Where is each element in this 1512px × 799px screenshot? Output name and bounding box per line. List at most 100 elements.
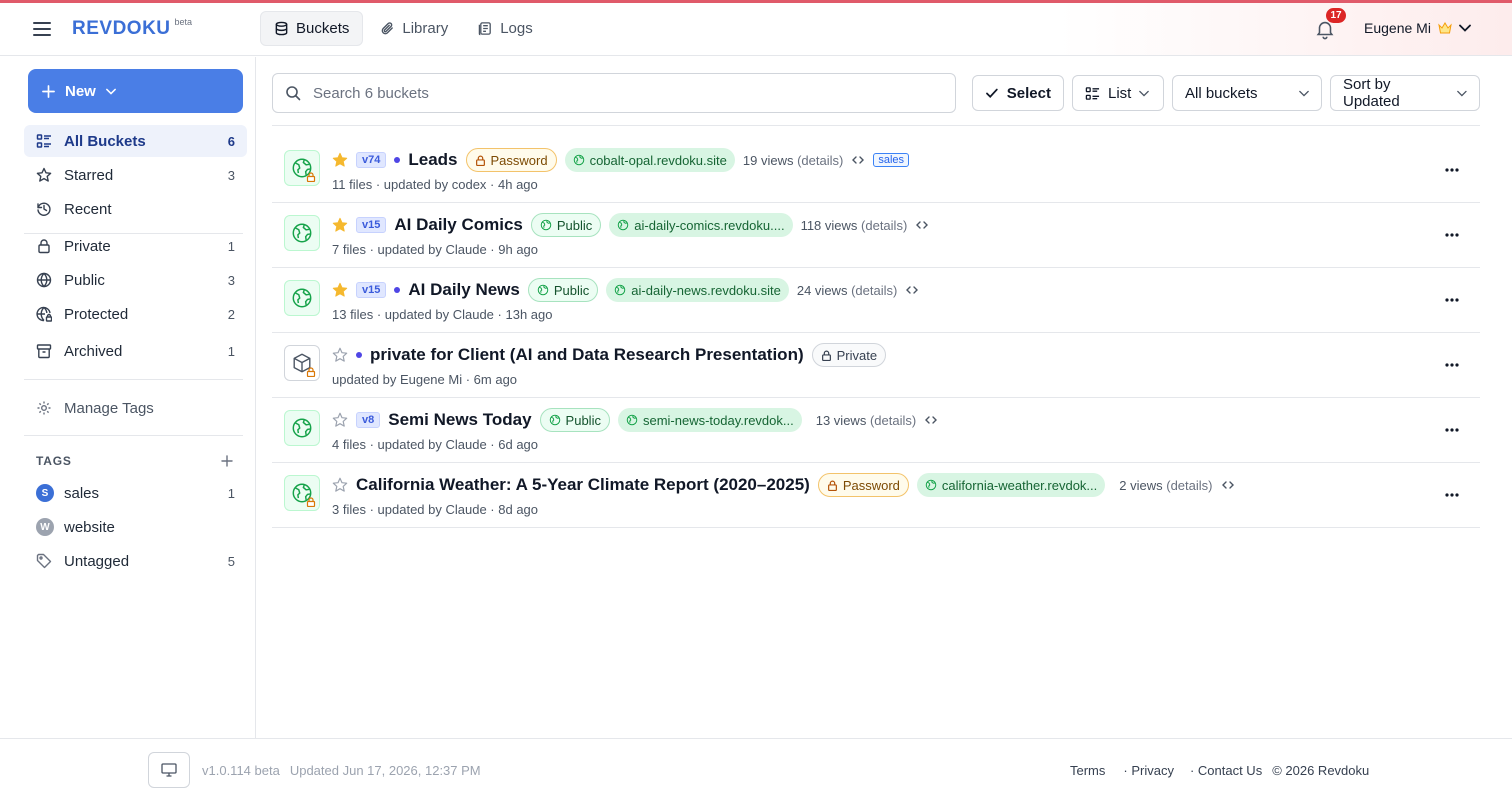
lock-icon bbox=[475, 155, 485, 166]
details-link[interactable]: (details) bbox=[861, 218, 907, 233]
user-menu[interactable]: Eugene Mi bbox=[1364, 20, 1471, 36]
search-input[interactable] bbox=[313, 84, 913, 102]
more-icon[interactable] bbox=[1442, 355, 1462, 375]
tag-chip[interactable]: sales bbox=[873, 153, 910, 167]
star-icon[interactable] bbox=[332, 477, 348, 493]
more-icon[interactable] bbox=[1442, 160, 1462, 180]
bucket-row-header: v15 AI Daily Comics Public ai-daily-comi… bbox=[332, 212, 929, 238]
lock-icon bbox=[306, 367, 316, 377]
sidebar-item-public[interactable]: Public 3 bbox=[24, 264, 247, 296]
globe-icon bbox=[292, 418, 312, 438]
star-icon[interactable] bbox=[332, 217, 348, 233]
star-icon[interactable] bbox=[332, 152, 348, 168]
tag-avatar: S bbox=[36, 484, 54, 502]
access-badge[interactable]: Public bbox=[527, 278, 599, 302]
paperclip-icon bbox=[382, 22, 394, 35]
archive-icon bbox=[36, 344, 52, 359]
code-icon[interactable] bbox=[924, 413, 938, 427]
nav-library[interactable]: Library bbox=[367, 11, 461, 46]
bucket-title[interactable]: AI Daily Comics bbox=[394, 215, 523, 235]
new-button[interactable]: New bbox=[28, 69, 243, 113]
sidebar-item-recent[interactable]: Recent bbox=[24, 193, 247, 225]
more-icon[interactable] bbox=[1442, 290, 1462, 310]
footer-links: Terms · Privacy · Contact Us © 2026 Revd… bbox=[1070, 763, 1369, 778]
terms-link[interactable]: Terms bbox=[1070, 763, 1105, 778]
lock-icon bbox=[827, 480, 837, 491]
sidebar-item-all-buckets[interactable]: All Buckets 6 bbox=[24, 125, 247, 157]
details-link[interactable]: (details) bbox=[851, 283, 897, 298]
star-icon[interactable] bbox=[332, 347, 348, 363]
bucket-meta: 11 files · updated by codex · 4h ago bbox=[332, 177, 538, 192]
details-link[interactable]: (details) bbox=[1166, 478, 1212, 493]
site-link[interactable]: california-weather.revdok... bbox=[916, 473, 1106, 497]
bucket-filter-dropdown[interactable]: All buckets bbox=[1172, 75, 1322, 111]
more-icon[interactable] bbox=[1442, 225, 1462, 245]
bucket-row-header: v15 AI Daily News Public ai-daily-news.r… bbox=[332, 277, 919, 303]
site-link[interactable]: semi-news-today.revdok... bbox=[617, 408, 802, 432]
details-link[interactable]: (details) bbox=[870, 413, 916, 428]
app-version: v1.0.114 beta bbox=[202, 763, 280, 778]
bucket-row[interactable]: v15 AI Daily Comics Public ai-daily-comi… bbox=[272, 203, 1480, 268]
code-icon[interactable] bbox=[915, 218, 929, 232]
sidebar-tag-untagged[interactable]: Untagged 5 bbox=[24, 545, 247, 577]
sidebar-item-archived[interactable]: Archived 1 bbox=[24, 335, 247, 367]
sidebar: New All Buckets 6 Starred 3 Recent Priva… bbox=[0, 57, 256, 738]
select-button[interactable]: Select bbox=[972, 75, 1064, 111]
bucket-title[interactable]: private for Client (AI and Data Research… bbox=[370, 345, 804, 365]
site-link[interactable]: ai-daily-comics.revdoku.... bbox=[609, 213, 793, 237]
bucket-icon bbox=[284, 475, 320, 511]
sidebar-item-private[interactable]: Private 1 bbox=[24, 230, 247, 262]
bucket-icon bbox=[284, 215, 320, 251]
sidebar-item-manage-tags[interactable]: Manage Tags bbox=[24, 392, 247, 424]
menu-icon[interactable] bbox=[32, 19, 52, 39]
view-mode-button[interactable]: List bbox=[1072, 75, 1164, 111]
app-logo[interactable]: REVDOKU beta bbox=[72, 17, 192, 40]
bucket-title[interactable]: Leads bbox=[408, 150, 457, 170]
site-link[interactable]: ai-daily-news.revdoku.site bbox=[606, 278, 789, 302]
code-icon[interactable] bbox=[851, 153, 865, 167]
crown-icon bbox=[1438, 22, 1452, 34]
bucket-row[interactable]: v74 Leads Password cobalt-opal.revdoku.s… bbox=[272, 138, 1480, 203]
access-badge[interactable]: Public bbox=[539, 408, 610, 432]
bucket-title[interactable]: AI Daily News bbox=[408, 280, 520, 300]
bucket-row[interactable]: v8 Semi News Today Public semi-news-toda… bbox=[272, 398, 1480, 463]
bucket-row[interactable]: private for Client (AI and Data Research… bbox=[272, 333, 1480, 398]
code-icon[interactable] bbox=[1221, 478, 1235, 492]
nav-logs[interactable]: Logs bbox=[465, 11, 546, 46]
sort-dropdown[interactable]: Sort by Updated bbox=[1330, 75, 1480, 111]
add-tag-icon[interactable] bbox=[221, 455, 233, 467]
access-badge[interactable]: Password bbox=[465, 148, 557, 172]
code-icon[interactable] bbox=[905, 283, 919, 297]
bucket-title[interactable]: California Weather: A 5-Year Climate Rep… bbox=[356, 475, 810, 495]
nav-buckets[interactable]: Buckets bbox=[260, 11, 364, 46]
bucket-row[interactable]: v15 AI Daily News Public ai-daily-news.r… bbox=[272, 268, 1480, 333]
bucket-meta: updated by Eugene Mi · 6m ago bbox=[332, 372, 518, 387]
access-badge[interactable]: Public bbox=[530, 213, 602, 237]
lock-icon bbox=[306, 497, 316, 507]
more-icon[interactable] bbox=[1442, 420, 1462, 440]
globe-icon bbox=[573, 154, 584, 166]
toolbar-divider bbox=[272, 125, 1480, 126]
views-count: 24 views (details) bbox=[796, 282, 898, 298]
more-icon[interactable] bbox=[1442, 485, 1462, 505]
contact-link[interactable]: · Contact Us bbox=[1190, 763, 1262, 778]
search-bar[interactable] bbox=[272, 73, 956, 113]
star-icon[interactable] bbox=[332, 282, 348, 298]
bucket-meta: 3 files · updated by Claude · 8d ago bbox=[332, 502, 539, 517]
privacy-link[interactable]: · Privacy bbox=[1123, 763, 1174, 778]
site-link[interactable]: cobalt-opal.revdoku.site bbox=[564, 148, 735, 172]
unread-dot bbox=[394, 287, 401, 293]
star-icon[interactable] bbox=[332, 412, 348, 428]
sidebar-tag-sales[interactable]: S sales 1 bbox=[24, 477, 247, 509]
bucket-row[interactable]: California Weather: A 5-Year Climate Rep… bbox=[272, 463, 1480, 528]
details-link[interactable]: (details) bbox=[797, 153, 843, 168]
access-badge[interactable]: Private bbox=[811, 343, 887, 367]
sidebar-item-protected[interactable]: Protected 2 bbox=[24, 298, 247, 330]
bucket-icon bbox=[284, 345, 320, 381]
bucket-title[interactable]: Semi News Today bbox=[388, 410, 531, 430]
views-count: 13 views (details) bbox=[815, 412, 917, 428]
display-mode-button[interactable] bbox=[148, 752, 190, 788]
access-badge[interactable]: Password bbox=[817, 473, 909, 497]
sidebar-tag-website[interactable]: W website bbox=[24, 511, 247, 543]
sidebar-item-starred[interactable]: Starred 3 bbox=[24, 159, 247, 191]
